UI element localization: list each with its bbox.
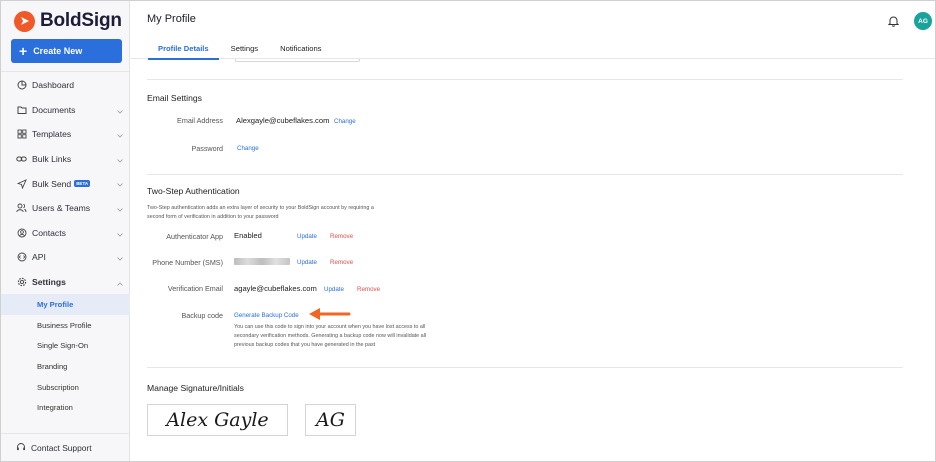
description-line: secondary verification methods. Generati… [234, 333, 427, 339]
contacts-icon [16, 227, 27, 238]
dashboard-icon [16, 80, 27, 91]
folder-icon [16, 104, 27, 115]
divider [147, 174, 903, 175]
description-line: previous backup codes that you have gene… [234, 342, 376, 348]
templates-icon [16, 129, 27, 140]
boldsign-logo-icon [14, 10, 35, 32]
api-icon [16, 252, 27, 263]
users-icon [16, 203, 27, 214]
gear-icon [16, 277, 27, 288]
email-settings-title: Email Settings [147, 93, 202, 103]
chevron-down-icon [117, 204, 123, 214]
email-address-label: Email Address [177, 116, 223, 125]
bell-icon[interactable] [887, 14, 900, 32]
description-line: You can use this code to sign into your … [234, 324, 426, 330]
contact-support-link[interactable]: Contact Support [16, 442, 92, 454]
authenticator-status: Enabled [234, 231, 262, 240]
sidebar-item-users-teams[interactable]: Users & Teams [1, 196, 130, 221]
tab-settings[interactable]: Settings [221, 41, 268, 59]
top-bar: My Profile Profile Details Settings Noti… [131, 1, 935, 60]
generate-backup-code-link[interactable]: Generate Backup Code [234, 312, 299, 319]
initials-box[interactable]: AG [305, 404, 356, 436]
sidebar-item-label: API [32, 252, 46, 263]
password-label: Password [191, 144, 223, 153]
chevron-down-icon [117, 155, 123, 165]
sidebar-item-bulk-send[interactable]: Bulk Send BETA [1, 171, 130, 196]
sidebar-sub-integration[interactable]: Integration [1, 397, 130, 418]
profile-content: Email Settings Email Address Alexgayle@c… [131, 59, 935, 461]
arrow-left-icon [309, 308, 351, 320]
authenticator-label: Authenticator App [166, 232, 223, 241]
sidebar-item-label: Bulk Links [32, 154, 72, 165]
sidebar-item-dashboard[interactable]: Dashboard [1, 73, 130, 98]
link-icon [16, 154, 27, 165]
backup-code-label: Backup code [181, 311, 223, 320]
verification-update-link[interactable]: Update [324, 286, 344, 293]
profile-tabs: Profile Details Settings Notifications [148, 41, 353, 60]
create-new-button[interactable]: + Create New [11, 39, 122, 63]
authenticator-update-link[interactable]: Update [297, 233, 317, 240]
backup-code-description: You can use this code to sign into your … [234, 323, 514, 350]
verification-remove-link[interactable]: Remove [357, 286, 380, 293]
chevron-down-icon [117, 130, 123, 140]
phone-remove-link[interactable]: Remove [330, 259, 353, 266]
divider [1, 71, 130, 72]
chevron-down-icon [117, 106, 123, 116]
page-title: My Profile [147, 13, 196, 25]
sidebar-item-label: Documents [32, 104, 76, 115]
scrolled-field-edge [235, 59, 360, 62]
change-email-link[interactable]: Change [334, 118, 356, 125]
sidebar-item-label: Bulk Send [32, 178, 72, 189]
sidebar-item-label: Users & Teams [32, 203, 91, 214]
sidebar-sub-branding[interactable]: Branding [1, 356, 130, 377]
change-password-link[interactable]: Change [237, 145, 259, 152]
sidebar-sub-subscription[interactable]: Subscription [1, 377, 130, 398]
authenticator-remove-link[interactable]: Remove [330, 233, 353, 240]
description-line: Two-Step authentication adds an extra la… [147, 205, 374, 211]
initials-text: AG [316, 409, 345, 431]
avatar[interactable]: AG [914, 12, 932, 30]
create-new-label: Create New [33, 46, 83, 56]
verification-email-value: agayle@cubeflakes.com [234, 284, 317, 293]
sidebar-item-label: Contacts [32, 227, 66, 238]
signature-text: Alex Gayle [166, 409, 269, 431]
sidebar-item-label: Templates [32, 129, 72, 140]
divider [1, 433, 130, 434]
verification-email-label: Verification Email [167, 284, 223, 293]
plus-icon: + [19, 43, 28, 59]
sidebar: BoldSign + Create New Dashboard Document… [1, 1, 130, 461]
sidebar-item-label: Dashboard [32, 80, 75, 91]
tab-profile-details[interactable]: Profile Details [148, 41, 219, 60]
beta-badge: BETA [74, 180, 91, 188]
tab-notifications[interactable]: Notifications [270, 41, 331, 59]
phone-label: Phone Number (SMS) [152, 258, 223, 267]
divider [147, 79, 903, 80]
headset-icon [16, 442, 26, 454]
logo[interactable]: BoldSign [14, 10, 122, 32]
manage-signature-title: Manage Signature/Initials [147, 383, 244, 393]
description-line: second form of verification in addition … [147, 214, 279, 220]
sidebar-item-label: Settings [32, 277, 66, 288]
send-icon [16, 178, 27, 189]
logo-text: BoldSign [40, 10, 122, 31]
email-address-value: Alexgayle@cubeflakes.com [236, 116, 330, 125]
chevron-down-icon [117, 179, 123, 189]
signature-box[interactable]: Alex Gayle [147, 404, 288, 436]
divider [147, 367, 903, 368]
sidebar-sub-single-sign-on[interactable]: Single Sign-On [1, 336, 130, 357]
phone-update-link[interactable]: Update [297, 259, 317, 266]
two-step-title: Two-Step Authentication [147, 186, 240, 196]
masked-phone-number [234, 258, 290, 265]
contact-support-label: Contact Support [31, 443, 92, 453]
two-step-description: Two-Step authentication adds an extra la… [147, 204, 447, 222]
